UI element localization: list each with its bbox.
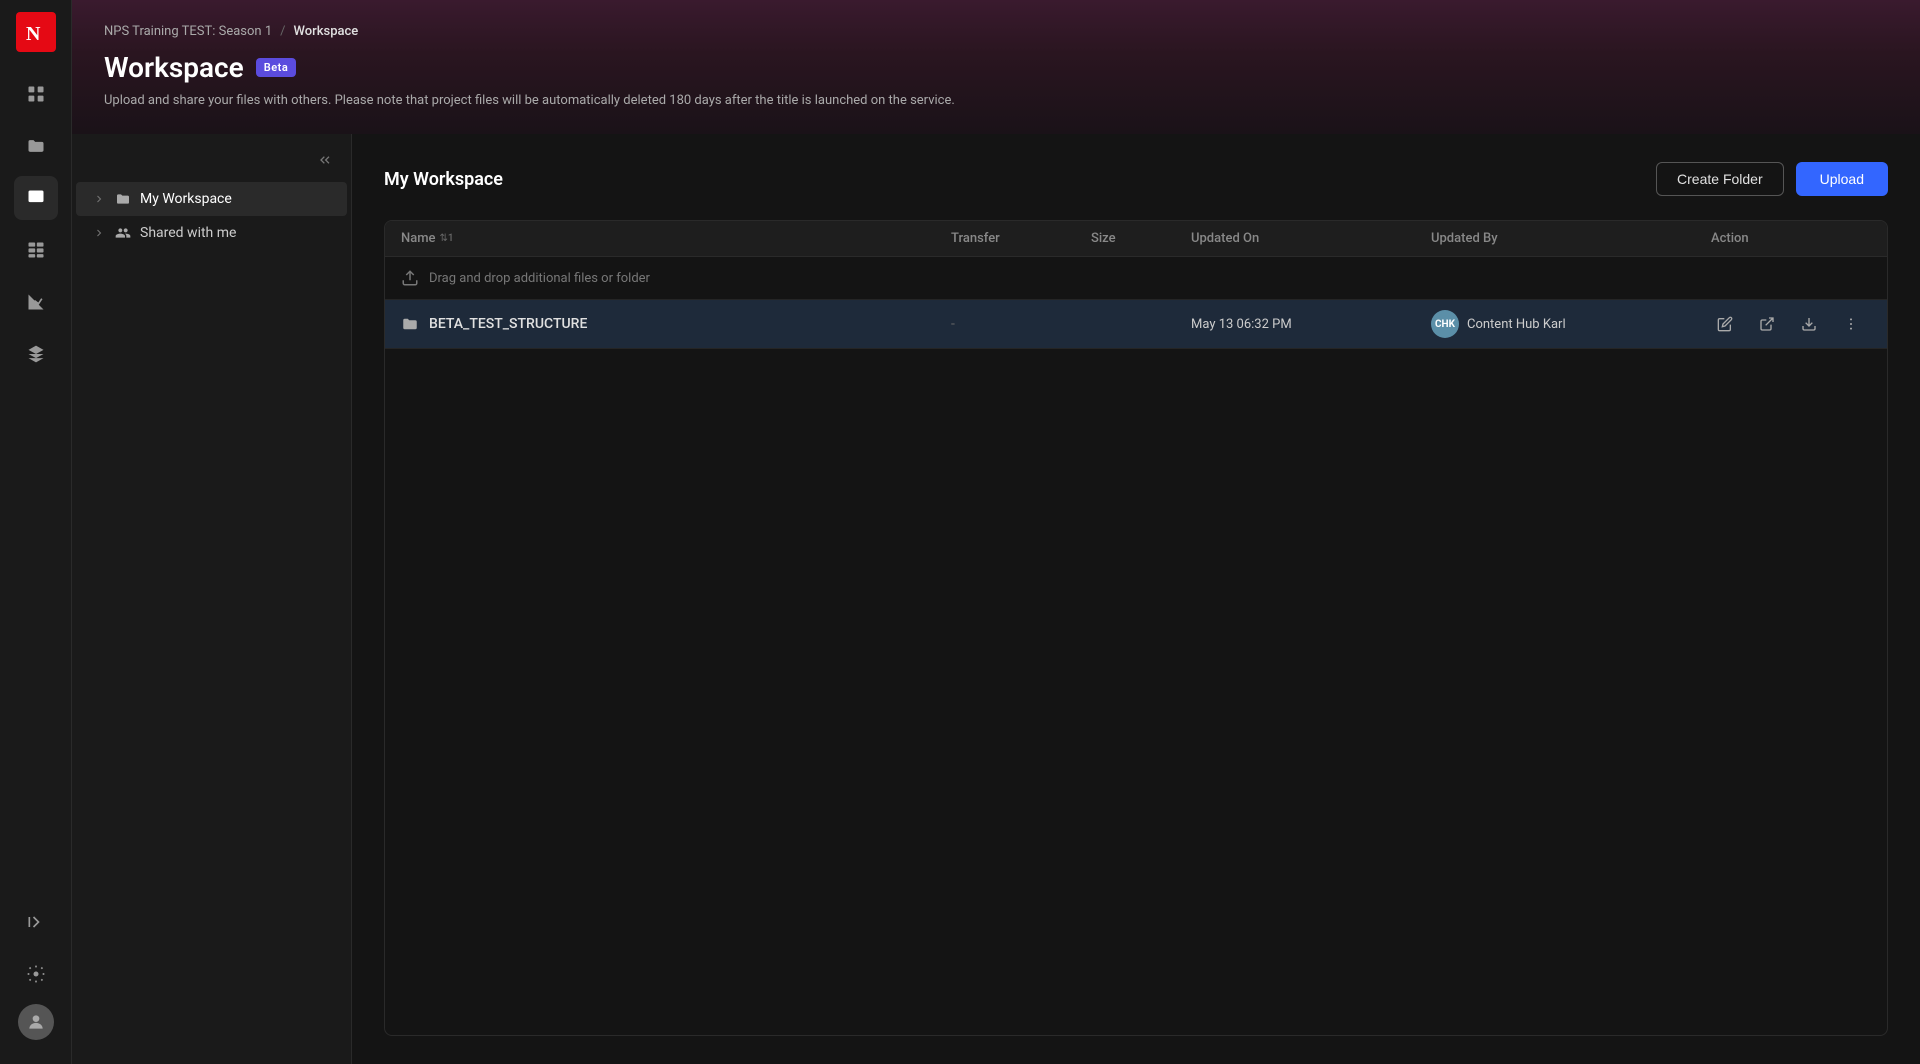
col-size: Size	[1091, 231, 1191, 246]
workspace-header: My Workspace Create Folder Upload	[384, 162, 1888, 196]
shared-icon	[114, 224, 132, 242]
workspace-title: My Workspace	[384, 169, 503, 190]
col-action: Action	[1711, 231, 1871, 246]
sidebar-collapse-button[interactable]	[311, 146, 339, 174]
breadcrumb-parent[interactable]: NPS Training TEST: Season 1	[104, 24, 272, 39]
main-area: NPS Training TEST: Season 1 / Workspace …	[72, 0, 1920, 1064]
create-folder-button[interactable]: Create Folder	[1656, 162, 1784, 196]
netflix-logo[interactable]: N	[16, 12, 56, 52]
action-icons	[1711, 310, 1871, 338]
drag-drop-label: Drag and drop additional files or folder	[429, 271, 650, 286]
top-header: NPS Training TEST: Season 1 / Workspace …	[72, 0, 1920, 134]
upload-button[interactable]: Upload	[1796, 162, 1888, 196]
nav-grid-icon[interactable]	[14, 228, 58, 272]
sidebar: My Workspace Shared with me	[72, 134, 352, 1064]
breadcrumb-current: Workspace	[294, 24, 359, 39]
nav-bar: N	[0, 0, 72, 1064]
page-title: Workspace	[104, 51, 244, 84]
sidebar-item-my-workspace[interactable]: My Workspace	[76, 182, 347, 216]
updated-on-cell: May 13 06:32 PM	[1191, 317, 1431, 332]
breadcrumb: NPS Training TEST: Season 1 / Workspace	[104, 24, 1888, 39]
nav-settings-icon[interactable]	[14, 952, 58, 996]
sort-icon[interactable]: ⇅1	[440, 233, 454, 244]
chevron-down-icon	[92, 192, 106, 206]
download-icon[interactable]	[1795, 310, 1823, 338]
folder-row-icon	[401, 315, 419, 333]
page-subtitle: Upload and share your files with others.…	[104, 92, 1888, 110]
chevron-right-icon	[92, 226, 106, 240]
sidebar-item-shared-with-me[interactable]: Shared with me	[76, 216, 347, 250]
nav-layers-icon[interactable]	[14, 332, 58, 376]
workspace-panel: My Workspace Create Folder Upload Name ⇅…	[352, 134, 1920, 1064]
sidebar-my-workspace-label: My Workspace	[140, 191, 232, 207]
sidebar-shared-label: Shared with me	[140, 225, 236, 241]
more-options-icon[interactable]	[1837, 310, 1865, 338]
table-header: Name ⇅1 Transfer Size Updated On Updated…	[385, 221, 1887, 257]
nav-collapse-icon[interactable]	[14, 900, 58, 944]
nav-home-icon[interactable]	[14, 72, 58, 116]
updated-by-name: Content Hub Karl	[1467, 317, 1566, 332]
file-name-cell: BETA_TEST_STRUCTURE	[401, 315, 951, 333]
file-name[interactable]: BETA_TEST_STRUCTURE	[429, 316, 587, 332]
col-name: Name ⇅1	[401, 231, 951, 246]
user-avatar[interactable]	[18, 1004, 54, 1040]
transfer-cell: -	[951, 316, 1091, 332]
col-updated-by: Updated By	[1431, 231, 1711, 246]
nav-chart-icon[interactable]	[14, 280, 58, 324]
folder-icon	[114, 190, 132, 208]
edit-icon[interactable]	[1711, 310, 1739, 338]
nav-workspace-icon[interactable]	[14, 176, 58, 220]
nav-folder-icon[interactable]	[14, 124, 58, 168]
file-table: Name ⇅1 Transfer Size Updated On Updated…	[384, 220, 1888, 1036]
user-avatar-chk: CHK	[1431, 310, 1459, 338]
updated-by-cell: CHK Content Hub Karl	[1431, 310, 1711, 338]
svg-text:N: N	[26, 23, 41, 44]
workspace-actions: Create Folder Upload	[1656, 162, 1888, 196]
share-icon[interactable]	[1753, 310, 1781, 338]
drag-drop-area[interactable]: Drag and drop additional files or folder	[385, 257, 1887, 300]
content-area: My Workspace Shared with me My Workspace…	[72, 134, 1920, 1064]
col-transfer: Transfer	[951, 231, 1091, 246]
beta-badge: Beta	[256, 58, 297, 77]
breadcrumb-separator: /	[280, 24, 285, 39]
table-row: BETA_TEST_STRUCTURE - May 13 06:32 PM CH…	[385, 300, 1887, 349]
col-updated-on: Updated On	[1191, 231, 1431, 246]
